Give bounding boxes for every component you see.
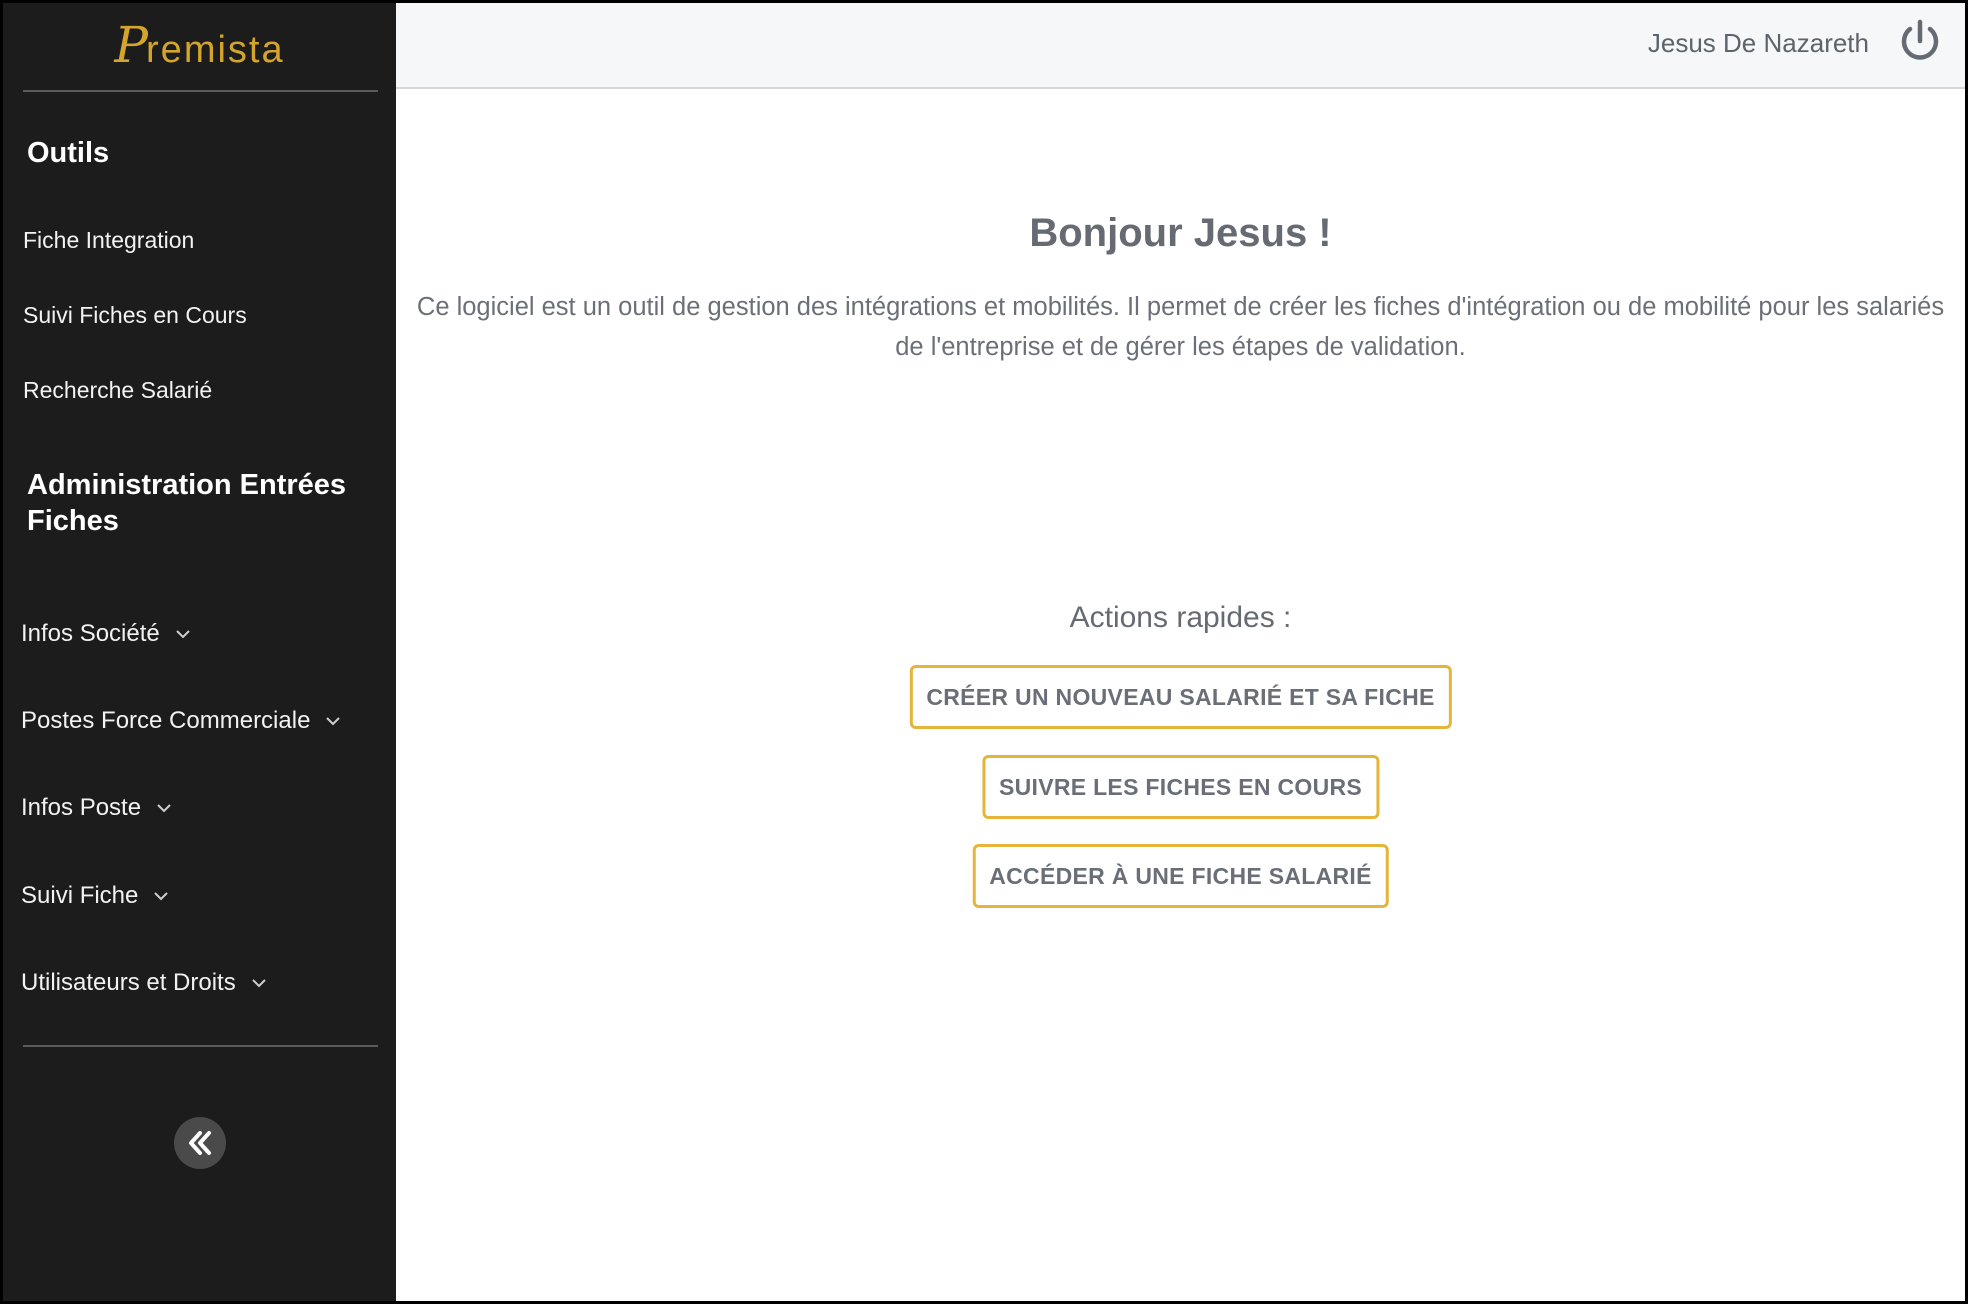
top-bar: Jesus De Nazareth (396, 3, 1965, 89)
chevron-down-icon (157, 804, 171, 813)
sidebar-item-fiche-integration[interactable]: Fiche Integration (23, 225, 194, 255)
power-icon[interactable] (1895, 17, 1945, 67)
sidebar-item-label: Suivi Fiche (21, 882, 139, 909)
quick-actions-title: Actions rapides : (1069, 601, 1292, 634)
sidebar-item-label: Utilisateurs et Droits (21, 969, 236, 996)
sidebar-item-suivi-fiches[interactable]: Suivi Fiches en Cours (23, 300, 247, 330)
logo-initial: P (114, 16, 149, 74)
chevron-down-icon (326, 717, 341, 726)
app-frame: P remista Outils Fiche Integration Suivi… (3, 3, 1965, 1301)
chevron-down-icon (252, 979, 266, 988)
app-description: Ce logiciel est un outil de gestion des … (416, 293, 1945, 361)
sidebar-item-recherche-salarie[interactable]: Recherche Salarié (23, 375, 212, 405)
sidebar-item-label: Postes Force Commerciale (21, 707, 311, 734)
sidebar-item-label: Infos Poste (21, 794, 142, 821)
page-title: Bonjour Jesus ! (1029, 211, 1332, 255)
section-title-admin-line1: Administration Entrées (27, 469, 347, 501)
sidebar-item-infos-poste[interactable]: Infos Poste (21, 793, 173, 823)
logo-wordmark: P remista (114, 20, 284, 72)
sidebar: P remista Outils Fiche Integration Suivi… (3, 3, 396, 1301)
sidebar-collapse-button[interactable] (174, 1117, 226, 1169)
chevron-down-icon (154, 892, 169, 901)
main-content: Bonjour Jesus ! Ce logiciel est un outil… (396, 91, 1965, 1301)
sidebar-item-postes-force-commerciale[interactable]: Postes Force Commerciale (21, 706, 342, 736)
brand-logo[interactable]: P remista (3, 3, 396, 89)
user-name: Jesus De Nazareth (1647, 28, 1869, 58)
sidebar-divider-top (23, 90, 378, 92)
sidebar-divider-bottom (23, 1045, 378, 1047)
section-title-tools: Outils (27, 137, 110, 169)
chevrons-left-icon (189, 1131, 211, 1155)
open-employee-form-button[interactable]: ACCÉDER À UNE FICHE SALARIÉ (972, 844, 1389, 908)
create-employee-button[interactable]: CRÉER UN NOUVEAU SALARIÉ ET SA FICHE (909, 665, 1452, 729)
logo-text: remista (146, 29, 285, 71)
sidebar-item-label: Infos Société (21, 620, 160, 647)
sidebar-item-utilisateurs-droits[interactable]: Utilisateurs et Droits (21, 968, 268, 998)
sidebar-item-infos-societe[interactable]: Infos Société (21, 619, 192, 649)
follow-forms-button[interactable]: SUIVRE LES FICHES EN COURS (981, 755, 1380, 819)
section-title-admin-line2: Fiches (27, 505, 119, 537)
chevron-down-icon (176, 630, 190, 639)
sidebar-item-suivi-fiche[interactable]: Suivi Fiche (21, 881, 170, 911)
